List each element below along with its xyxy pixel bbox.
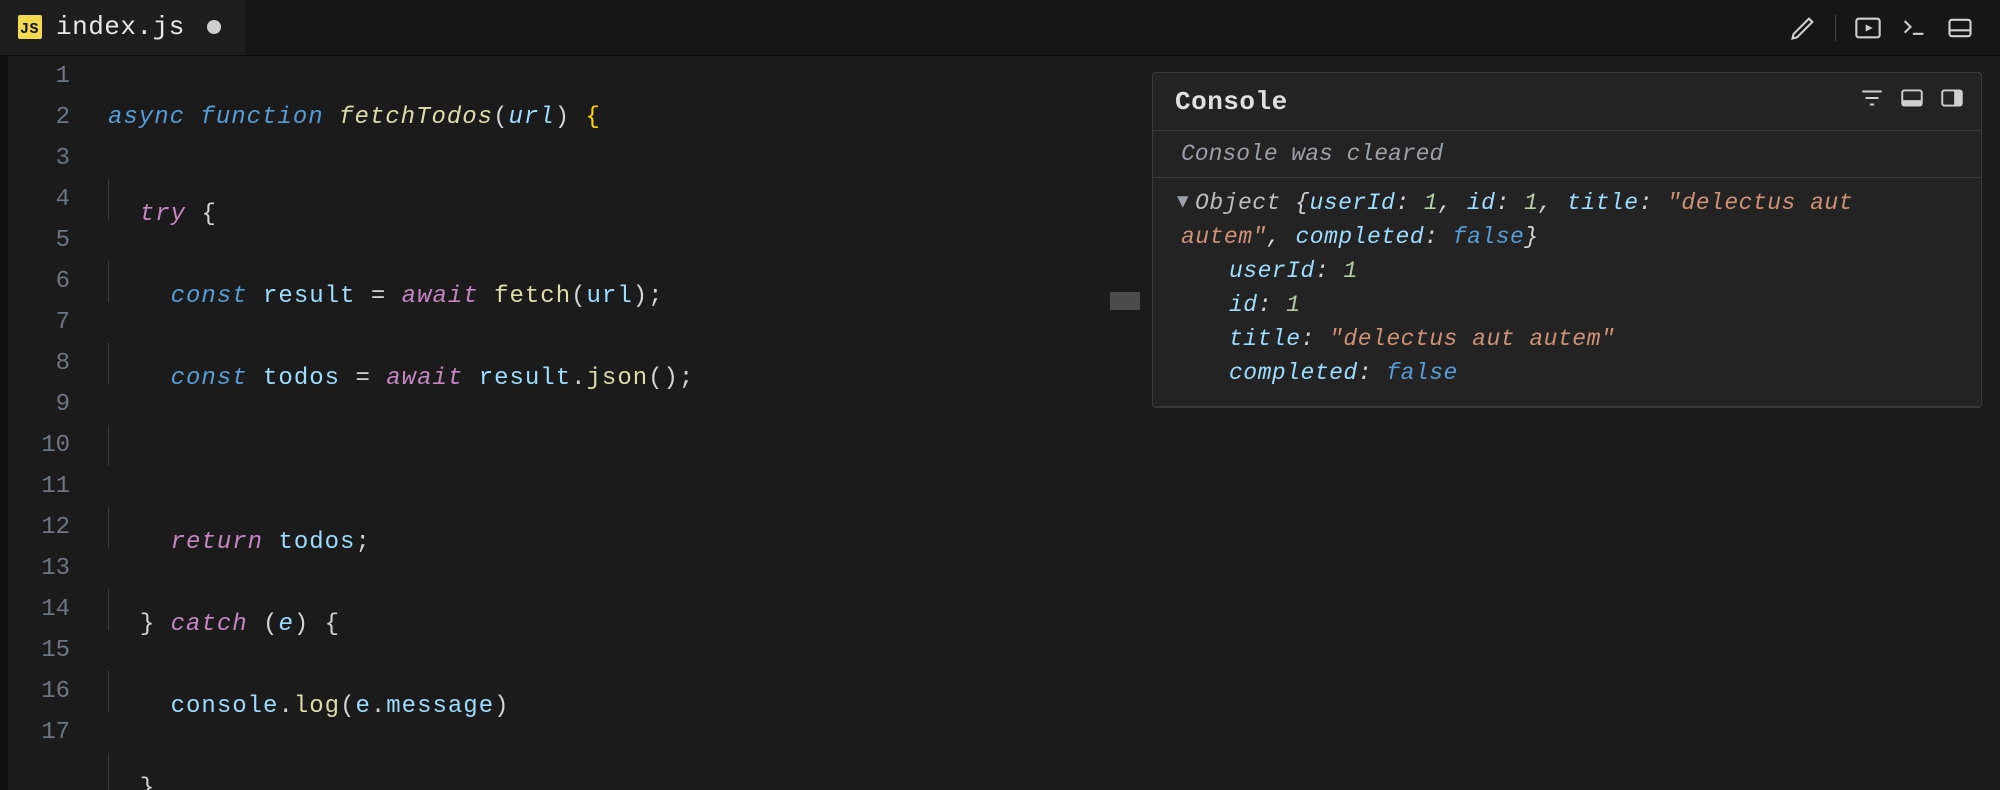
console-header: Console [1153, 73, 1981, 131]
line-number: 3 [8, 138, 70, 179]
console-panel: Console Console was cleared ▾Object {use… [1130, 56, 2000, 790]
line-number: 7 [8, 302, 70, 343]
editor-scrollbar-thumb[interactable] [1110, 292, 1140, 310]
unsaved-indicator-icon [207, 20, 221, 34]
console-body: Console was cleared ▾Object {userId: 1, … [1153, 131, 1981, 407]
line-number: 6 [8, 261, 70, 302]
file-tab-indexjs[interactable]: JS index.js [0, 0, 245, 55]
line-number: 4 [8, 179, 70, 220]
line-number: 2 [8, 97, 70, 138]
edit-icon[interactable] [1789, 14, 1817, 42]
file-tab-label: index.js [56, 12, 185, 42]
line-number: 11 [8, 466, 70, 507]
toolbar-separator [1835, 15, 1836, 41]
panel-icon[interactable] [1946, 14, 1974, 42]
line-number: 8 [8, 343, 70, 384]
tab-bar: JS index.js [0, 0, 2000, 56]
console-frame: Console Console was cleared ▾Object {use… [1152, 72, 1982, 408]
panel-right-icon[interactable] [1939, 85, 1965, 119]
line-number: 15 [8, 630, 70, 671]
line-number: 16 [8, 671, 70, 712]
panel-bottom-icon[interactable] [1899, 85, 1925, 119]
code-content[interactable]: async function fetchTodos(url) { try { c… [92, 56, 1130, 790]
console-title: Console [1175, 87, 1288, 117]
line-number: 13 [8, 548, 70, 589]
line-number: 1 [8, 56, 70, 97]
editor-toolbar [1789, 0, 2000, 55]
line-number: 9 [8, 384, 70, 425]
line-number: 14 [8, 589, 70, 630]
terminal-icon[interactable] [1900, 14, 1928, 42]
line-gutter: 1 2 3 4 5 6 7 8 9 10 11 12 13 14 15 16 1… [8, 56, 92, 790]
line-number: 5 [8, 220, 70, 261]
line-number: 12 [8, 507, 70, 548]
console-cleared-message: Console was cleared [1153, 131, 1981, 178]
js-file-icon: JS [18, 15, 42, 39]
line-number: 17 [8, 712, 70, 753]
play-icon[interactable] [1854, 14, 1882, 42]
app-root: JS index.js 1 2 3 [0, 0, 2000, 790]
disclosure-triangle-icon[interactable]: ▾ [1177, 185, 1189, 219]
code-editor[interactable]: 1 2 3 4 5 6 7 8 9 10 11 12 13 14 15 16 1… [0, 56, 1130, 790]
main-split: 1 2 3 4 5 6 7 8 9 10 11 12 13 14 15 16 1… [0, 56, 2000, 790]
console-log-entry[interactable]: ▾Object {userId: 1, id: 1, title: "delec… [1153, 178, 1981, 407]
line-number: 10 [8, 425, 70, 466]
filter-icon[interactable] [1859, 85, 1885, 119]
